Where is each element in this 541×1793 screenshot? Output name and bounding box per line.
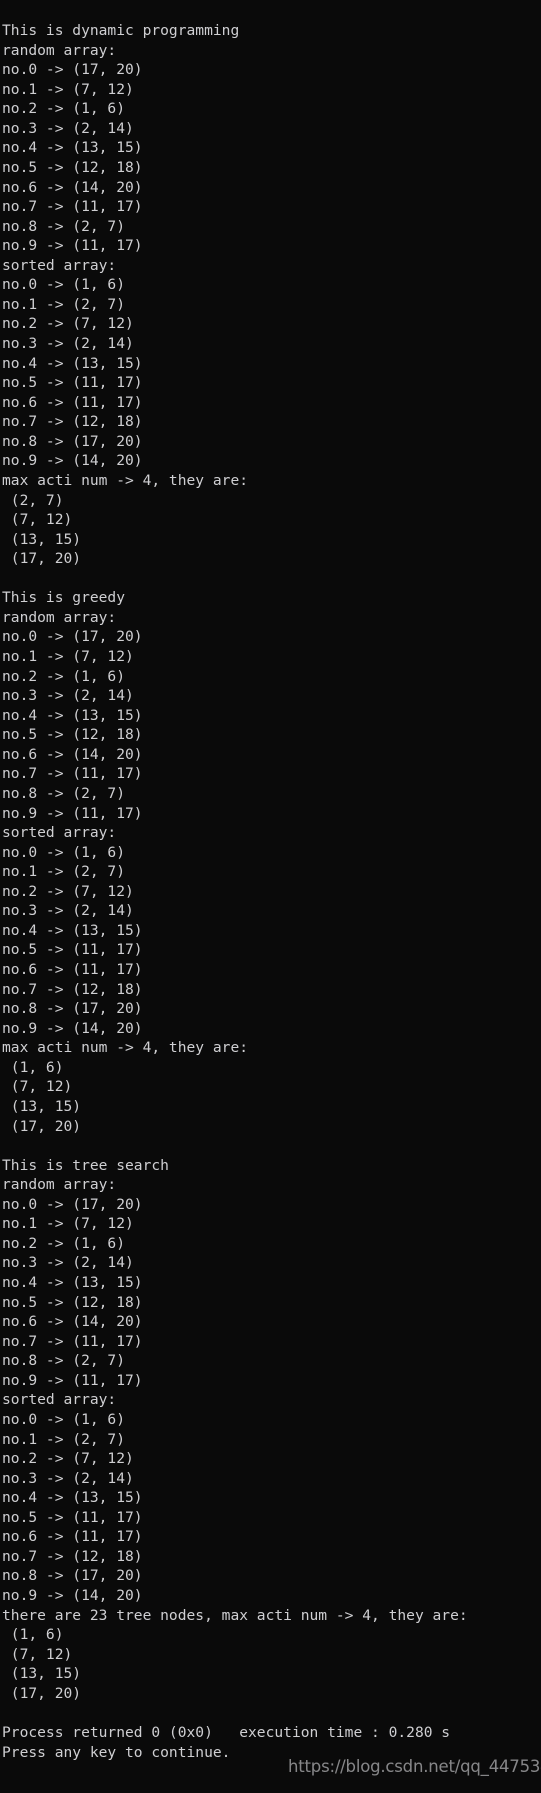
console-line: no.7 -> (12, 18) [2, 1547, 143, 1565]
console-line: no.4 -> (13, 15) [2, 139, 143, 157]
console-line: no.2 -> (7, 12) [2, 1450, 134, 1468]
console-line: no.6 -> (14, 20) [2, 178, 143, 196]
console-line: no.8 -> (2, 7) [2, 217, 126, 235]
console-line: no.4 -> (13, 15) [2, 354, 143, 372]
console-line: no.7 -> (12, 18) [2, 413, 143, 431]
console-line: (13, 15) [2, 1665, 82, 1683]
console-line: no.6 -> (11, 17) [2, 961, 143, 978]
console-line: max acti num -> 4, they are: [2, 1039, 249, 1057]
console-line: no.1 -> (7, 12) [2, 1215, 134, 1233]
console-line: no.8 -> (2, 7) [2, 1352, 126, 1370]
console-line: sorted array: [2, 1391, 117, 1409]
console-line: max acti num -> 4, they are: [2, 471, 249, 489]
console-line: no.9 -> (11, 17) [2, 1371, 143, 1389]
console-line: no.2 -> (1, 6) [2, 667, 126, 685]
console-line: no.6 -> (14, 20) [2, 1313, 143, 1331]
console-line: Press any key to continue. [2, 1743, 231, 1761]
console-line: no.2 -> (7, 12) [2, 882, 134, 900]
console-line: no.9 -> (14, 20) [2, 1587, 143, 1604]
console-line: no.3 -> (2, 14) [2, 1254, 134, 1272]
console-line: no.9 -> (14, 20) [2, 1019, 143, 1037]
console-line: no.3 -> (2, 14) [2, 902, 134, 920]
console-line: no.9 -> (14, 20) [2, 452, 143, 470]
console-line: no.4 -> (13, 15) [2, 1274, 143, 1291]
console-line: no.5 -> (12, 18) [2, 158, 143, 176]
console-line: (17, 20) [2, 1684, 82, 1702]
console-line: (17, 20) [2, 550, 82, 568]
console-line: no.7 -> (11, 17) [2, 198, 143, 216]
terminal-console-output[interactable]: This is dynamic programming random array:… [0, 0, 541, 1793]
console-line: no.8 -> (17, 20) [2, 432, 143, 450]
console-line: no.0 -> (17, 20) [2, 628, 143, 646]
console-line: random array: [2, 608, 117, 626]
console-line: no.1 -> (2, 7) [2, 1430, 126, 1448]
console-line: no.6 -> (11, 17) [2, 393, 143, 411]
console-line: no.3 -> (2, 14) [2, 687, 134, 705]
console-line: no.8 -> (17, 20) [2, 1567, 143, 1585]
console-line: no.0 -> (1, 6) [2, 276, 126, 294]
console-line: no.9 -> (11, 17) [2, 237, 143, 255]
console-line: This is greedy [2, 589, 126, 607]
console-line: no.0 -> (1, 6) [2, 1410, 126, 1428]
console-line: (7, 12) [2, 511, 73, 529]
console-line: sorted array: [2, 824, 117, 842]
console-line: no.5 -> (12, 18) [2, 726, 143, 744]
console-line: no.7 -> (11, 17) [2, 1332, 143, 1350]
console-line: no.9 -> (11, 17) [2, 804, 143, 822]
console-line: no.5 -> (11, 17) [2, 941, 143, 959]
console-line: (7, 12) [2, 1078, 73, 1096]
console-line: no.2 -> (1, 6) [2, 1234, 126, 1252]
console-line: (7, 12) [2, 1645, 73, 1663]
console-line: sorted array: [2, 256, 117, 274]
console-line: no.3 -> (2, 14) [2, 335, 134, 352]
console-line: there are 23 tree nodes, max acti num ->… [2, 1606, 468, 1624]
console-line: no.3 -> (2, 14) [2, 119, 134, 137]
console-line: no.0 -> (17, 20) [2, 61, 143, 79]
console-line: no.2 -> (1, 6) [2, 100, 126, 118]
console-line: no.1 -> (7, 12) [2, 80, 134, 98]
console-line: no.5 -> (11, 17) [2, 374, 143, 392]
console-line: (1, 6) [2, 1626, 64, 1644]
console-line: no.5 -> (12, 18) [2, 1293, 143, 1311]
console-line: no.7 -> (12, 18) [2, 980, 143, 998]
console-line: (13, 15) [2, 1097, 82, 1115]
console-line: no.0 -> (1, 6) [2, 843, 126, 861]
console-line: no.4 -> (13, 15) [2, 706, 143, 724]
console-line: (13, 15) [2, 530, 82, 548]
console-line: no.5 -> (11, 17) [2, 1508, 143, 1526]
console-line: (17, 20) [2, 1117, 82, 1135]
console-line: no.8 -> (17, 20) [2, 1000, 143, 1018]
console-line: no.0 -> (17, 20) [2, 1195, 143, 1213]
console-line: random array: [2, 1176, 117, 1194]
console-line: no.1 -> (2, 7) [2, 863, 126, 881]
console-line: no.8 -> (2, 7) [2, 784, 126, 802]
console-line: no.6 -> (11, 17) [2, 1528, 143, 1546]
console-line: (1, 6) [2, 1058, 64, 1076]
console-line: no.7 -> (11, 17) [2, 765, 143, 783]
console-line: This is dynamic programming [2, 22, 240, 39]
console-line: random array: [2, 41, 117, 59]
console-line: no.2 -> (7, 12) [2, 315, 134, 333]
console-line: no.3 -> (2, 14) [2, 1469, 134, 1487]
console-line: no.1 -> (7, 12) [2, 648, 134, 665]
console-line: no.4 -> (13, 15) [2, 1489, 143, 1507]
console-line: Process returned 0 (0x0) execution time … [2, 1723, 451, 1741]
console-line: no.6 -> (14, 20) [2, 745, 143, 763]
console-line: no.1 -> (2, 7) [2, 295, 126, 313]
console-line: (2, 7) [2, 491, 64, 509]
console-line: no.4 -> (13, 15) [2, 921, 143, 939]
console-line: This is tree search [2, 1156, 169, 1174]
